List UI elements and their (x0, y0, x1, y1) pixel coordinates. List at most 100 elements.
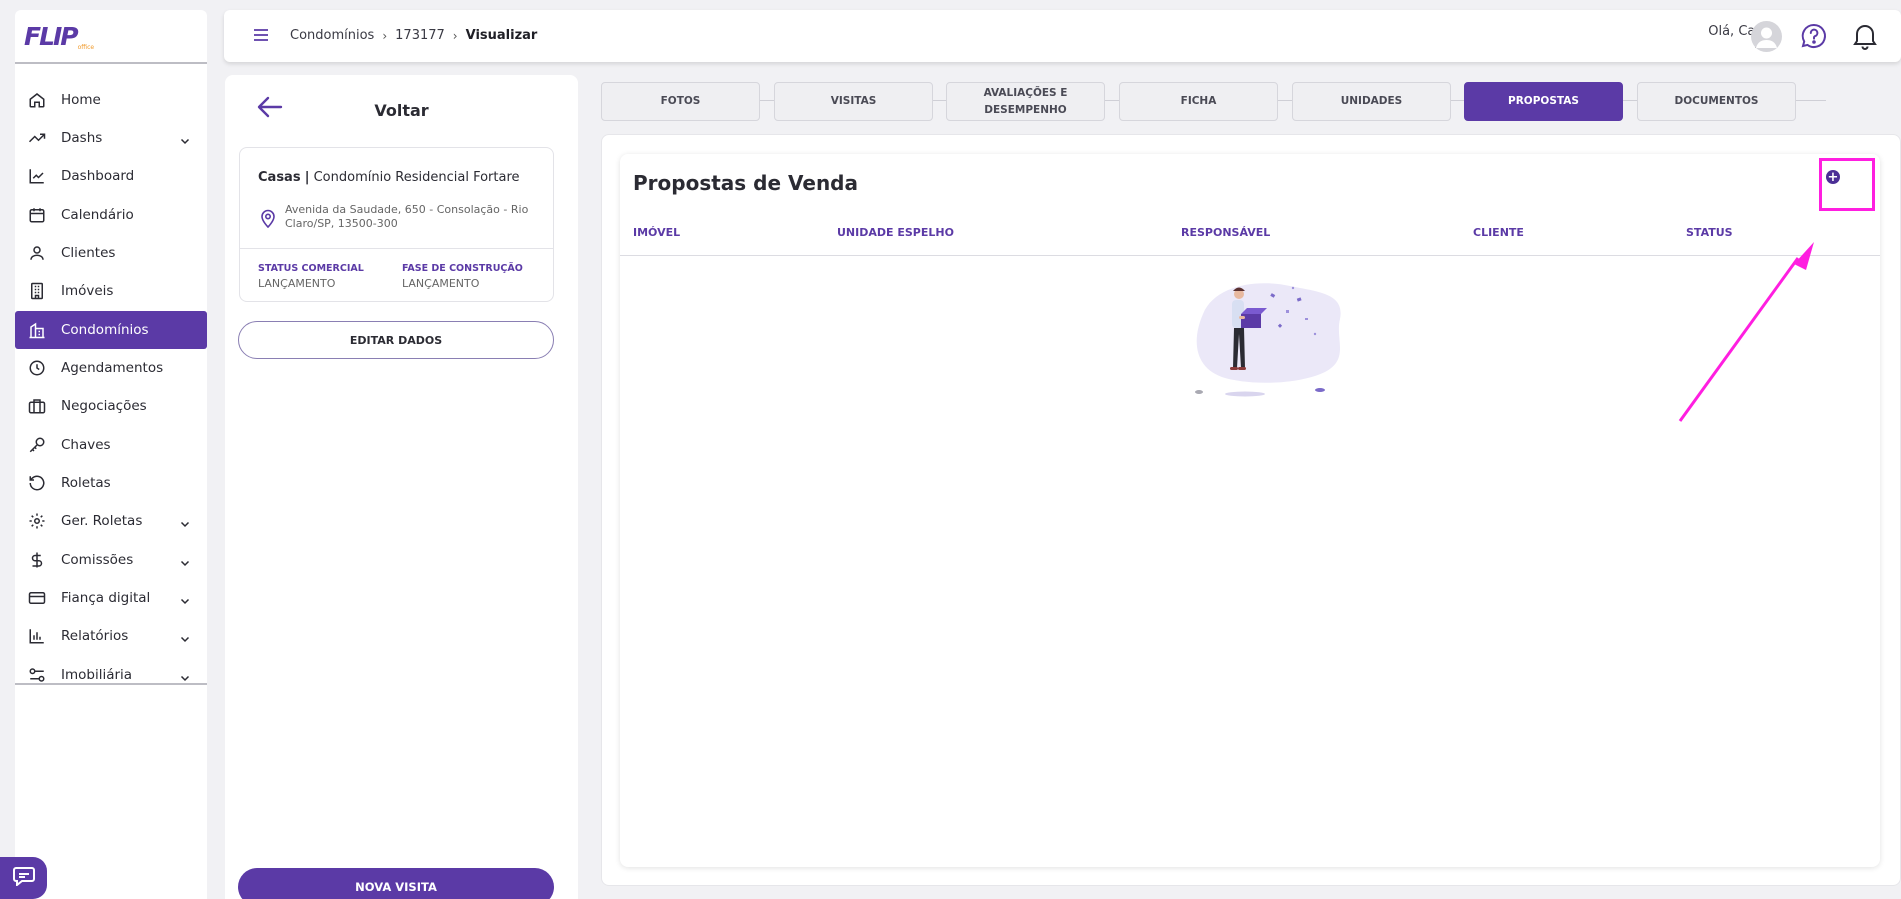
sidebar-item-chaves[interactable]: Chaves (15, 426, 207, 464)
proposals-title: Propostas de Venda (633, 171, 858, 195)
sidebar-item-roletas[interactable]: Roletas (15, 464, 207, 502)
sidebar-item-label: Negociações (61, 398, 147, 414)
sidebar-item-agendamentos[interactable]: Agendamentos (15, 349, 207, 387)
column-header-unidade-espelho[interactable]: UNIDADE ESPELHO (837, 226, 954, 239)
breadcrumb-item-condominios[interactable]: Condomínios (290, 28, 374, 43)
sidebar-item-relatorios[interactable]: Relatórios (15, 617, 207, 655)
rotate-icon (27, 473, 47, 493)
sidebar-item-label: Comissões (61, 552, 134, 568)
sidebar-item-label: Clientes (61, 245, 116, 261)
fase-construcao-value: LANÇAMENTO (402, 277, 480, 290)
sidebar-bottom-divider (15, 683, 207, 685)
menu-icon[interactable] (252, 27, 270, 47)
chevron-down-icon (179, 554, 191, 573)
chevron-down-icon (179, 132, 191, 151)
sidebar-item-label: Dashs (61, 130, 103, 146)
sidebar-item-dashboard[interactable]: Dashboard (15, 157, 207, 195)
sidebar-item-label: Calendário (61, 207, 134, 223)
chat-bubble-icon (12, 866, 36, 890)
edit-data-button[interactable]: EDITAR DADOS (238, 321, 554, 359)
sidebar-item-label: Imobiliária (61, 667, 133, 683)
sidebar-item-negociacoes[interactable]: Negociações (15, 387, 207, 425)
condo-icon (27, 320, 47, 340)
tab-ficha[interactable]: FICHA (1119, 82, 1278, 121)
sidebar-item-label: Roletas (61, 475, 111, 491)
sidebar-item-imobiliaria[interactable]: Imobiliária (15, 656, 207, 694)
tab-documentos[interactable]: DOCUMENTOS (1637, 82, 1796, 121)
sidebar-item-fianca-digital[interactable]: Fiança digital (15, 579, 207, 617)
sidebar-item-label: Condomínios (61, 322, 149, 338)
sidebar-item-condominios[interactable]: Condomínios (15, 311, 207, 349)
condo-title: Condomínio Residencial Fortare (313, 170, 520, 185)
breadcrumb-separator-icon: › (382, 28, 388, 43)
sliders-icon (27, 665, 47, 685)
breadcrumb-current: Visualizar (465, 28, 538, 43)
breadcrumb-separator-icon: › (452, 28, 458, 43)
home-icon (27, 90, 47, 110)
sidebar-item-label: Relatórios (61, 628, 129, 644)
sidebar-item-imoveis[interactable]: Imóveis (15, 272, 207, 310)
help-chat-icon[interactable] (1800, 22, 1828, 54)
fase-construcao-label: FASE DE CONSTRUÇÃO (402, 263, 523, 274)
chevron-down-icon (179, 515, 191, 534)
chevron-down-icon (179, 669, 191, 688)
tab-fotos[interactable]: FOTOS (601, 82, 760, 121)
dollar-icon (27, 550, 47, 570)
chevron-down-icon (179, 592, 191, 611)
gear-icon (27, 511, 47, 531)
back-title: Voltar (374, 101, 429, 120)
breadcrumb-item-id[interactable]: 173177 (395, 28, 445, 43)
status-comercial-label: STATUS COMERCIAL (258, 263, 364, 274)
column-header-responsavel[interactable]: RESPONSÁVEL (1181, 226, 1270, 239)
sidebar-item-label: Fiança digital (61, 590, 151, 606)
top-bar: Condomínios › 173177 › Visualizar Olá, C… (224, 10, 1901, 62)
column-header-imovel[interactable]: IMÓVEL (633, 226, 680, 239)
avatar[interactable] (1751, 21, 1782, 52)
condo-info-card: Casas | Condomínio Residencial Fortare A… (239, 147, 554, 302)
sidebar-item-label: Chaves (61, 437, 111, 453)
sidebar-top-divider (15, 62, 207, 64)
sidebar-item-home[interactable]: Home (15, 81, 207, 119)
new-visit-button[interactable]: NOVA VISITA (238, 868, 554, 899)
tab-avaliacoes-desempenho[interactable]: AVALIAÇÕES E DESEMPENHO (946, 82, 1105, 121)
condo-name-separator: | (304, 170, 310, 185)
key-icon (27, 435, 47, 455)
calendar-icon (27, 205, 47, 225)
condo-detail-panel: Voltar Casas | Condomínio Residencial Fo… (225, 75, 578, 899)
condo-name: Casas | Condomínio Residencial Fortare (258, 170, 520, 185)
tab-propostas[interactable]: PROPOSTAS (1464, 82, 1623, 121)
logo-text: FLIP (24, 22, 79, 51)
sidebar-item-label: Agendamentos (61, 360, 164, 376)
card-divider (240, 248, 553, 249)
bell-icon[interactable] (1852, 22, 1878, 54)
breadcrumb: Condomínios › 173177 › Visualizar (290, 28, 537, 43)
bar-chart-icon (27, 626, 47, 646)
sidebar-item-clientes[interactable]: Clientes (15, 234, 207, 272)
column-header-cliente[interactable]: CLIENTE (1473, 226, 1524, 239)
tab-visitas[interactable]: VISITAS (774, 82, 933, 121)
condo-type: Casas (258, 170, 301, 185)
brand-logo[interactable]: FLIP office (24, 22, 94, 54)
trend-icon (27, 128, 47, 148)
briefcase-icon (27, 396, 47, 416)
annotation-highlight-box (1819, 158, 1875, 211)
logo-sub: office (77, 44, 95, 51)
column-header-status[interactable]: STATUS (1686, 226, 1733, 239)
status-comercial-value: LANÇAMENTO (258, 277, 336, 290)
sidebar-item-label: Ger. Roletas (61, 513, 143, 529)
sidebar-item-calendario[interactable]: Calendário (15, 196, 207, 234)
sidebar-item-comissoes[interactable]: Comissões (15, 541, 207, 579)
clock-icon (27, 358, 47, 378)
sidebar-item-label: Dashboard (61, 168, 135, 184)
sidebar-item-ger-roletas[interactable]: Ger. Roletas (15, 502, 207, 540)
empty-state-illustration (1195, 283, 1341, 397)
annotation-arrow (1678, 242, 1814, 422)
location-pin-icon (260, 209, 276, 232)
chevron-down-icon (179, 630, 191, 649)
chat-support-button[interactable] (0, 857, 47, 899)
building-icon (27, 281, 47, 301)
tab-unidades[interactable]: UNIDADES (1292, 82, 1451, 121)
chart-line-icon (27, 166, 47, 186)
card-icon (27, 588, 47, 608)
sidebar-item-dashs[interactable]: Dashs (15, 119, 207, 157)
